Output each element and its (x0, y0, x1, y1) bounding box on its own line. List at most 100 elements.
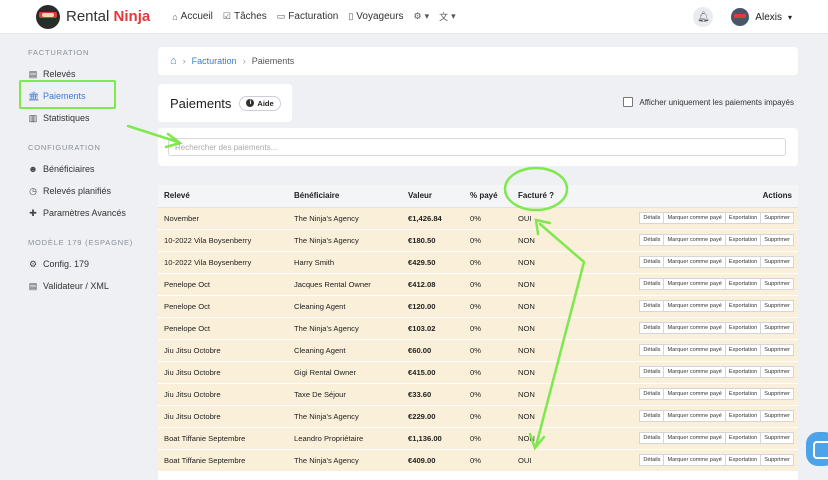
cell-valeur: €409.00 (402, 449, 464, 472)
cell-facture: NON (512, 383, 622, 406)
settings-dropdown[interactable]: ⚙ ▾ (414, 11, 430, 22)
delete-button[interactable]: Supprimer (760, 256, 794, 268)
details-button[interactable]: Détails (639, 344, 665, 356)
gear-icon: ⚙ (28, 258, 38, 269)
mark-paid-button[interactable]: Marquer comme payé (663, 322, 726, 334)
mark-paid-button[interactable]: Marquer comme payé (663, 410, 726, 422)
col-header-pct-paye[interactable]: % payé (464, 185, 512, 208)
search-input[interactable] (168, 138, 786, 156)
export-button[interactable]: Exportation (724, 432, 762, 444)
sidebar-item-statistiques[interactable]: ▥ Statistiques (28, 107, 148, 129)
nav-taches[interactable]: ☑ Tâches (223, 11, 267, 22)
mark-paid-button[interactable]: Marquer comme payé (663, 300, 726, 312)
delete-button[interactable]: Supprimer (760, 300, 794, 312)
export-button[interactable]: Exportation (724, 256, 762, 268)
unpaid-only-label: Afficher uniquement les paiements impayé… (639, 97, 794, 107)
unpaid-only-filter[interactable]: Afficher uniquement les paiements impayé… (623, 97, 794, 107)
col-header-beneficiaire[interactable]: Bénéficiaire (288, 185, 402, 208)
user-menu[interactable]: Alexis ▾ (731, 8, 792, 26)
details-button[interactable]: Détails (639, 212, 665, 224)
chat-widget-button[interactable] (806, 432, 828, 466)
cell-beneficiaire: The Ninja's Agency (288, 405, 402, 428)
details-button[interactable]: Détails (639, 388, 665, 400)
export-button[interactable]: Exportation (724, 278, 762, 290)
mark-paid-button[interactable]: Marquer comme payé (663, 454, 726, 466)
cell-valeur: €229.00 (402, 405, 464, 428)
delete-button[interactable]: Supprimer (760, 212, 794, 224)
sidebar-item-beneficiaires[interactable]: ☻ Bénéficiaires (28, 158, 148, 180)
delete-button[interactable]: Supprimer (760, 388, 794, 400)
export-button[interactable]: Exportation (724, 344, 762, 356)
ninja-logo-icon (36, 4, 60, 29)
delete-button[interactable]: Supprimer (760, 432, 794, 444)
mark-paid-button[interactable]: Marquer comme payé (663, 344, 726, 356)
mark-paid-button[interactable]: Marquer comme payé (663, 256, 726, 268)
translate-icon: 文 (439, 12, 449, 22)
cell-facture: NON (512, 405, 622, 428)
unpaid-only-checkbox[interactable] (623, 97, 634, 107)
delete-button[interactable]: Supprimer (760, 278, 794, 290)
delete-button[interactable]: Supprimer (760, 454, 794, 466)
sidebar-item-validateur-xml[interactable]: ▤ Validateur / XML (28, 275, 148, 297)
home-icon: ⌂ (172, 11, 178, 22)
mark-paid-button[interactable]: Marquer comme payé (663, 388, 726, 400)
details-button[interactable]: Détails (639, 410, 665, 422)
cell-pct-paye: 0% (464, 273, 512, 296)
mark-paid-button[interactable]: Marquer comme payé (663, 278, 726, 290)
home-icon[interactable]: ⌂ (170, 55, 177, 67)
caret-down-icon: ▾ (787, 12, 792, 22)
nav-facturation[interactable]: ▭ Facturation (277, 11, 339, 22)
details-button[interactable]: Détails (639, 366, 665, 378)
sidebar-item-parametres-avances[interactable]: ✚ Paramètres Avancés (28, 202, 148, 224)
sidebar-item-releves-planifies[interactable]: ◷ Relevés planifiés (28, 180, 148, 202)
cell-valeur: €120.00 (402, 295, 464, 318)
cell-actions: Détails Marquer comme payé Exportation Supp… (622, 405, 798, 428)
cell-facture: NON (512, 295, 622, 318)
col-header-releve[interactable]: Relevé (158, 185, 288, 208)
details-button[interactable]: Détails (639, 432, 665, 444)
mark-paid-button[interactable]: Marquer comme payé (663, 366, 726, 378)
mark-paid-button[interactable]: Marquer comme payé (663, 234, 726, 246)
delete-button[interactable]: Supprimer (760, 322, 794, 334)
export-button[interactable]: Exportation (724, 212, 762, 224)
mark-paid-button[interactable]: Marquer comme payé (663, 432, 726, 444)
export-button[interactable]: Exportation (724, 322, 762, 334)
smile-icon: ☻ (28, 164, 38, 174)
app-logo[interactable]: Rental Ninja (36, 4, 150, 29)
col-header-valeur[interactable]: Valeur (402, 185, 464, 208)
export-button[interactable]: Exportation (724, 454, 762, 466)
details-button[interactable]: Détails (639, 454, 665, 466)
details-button[interactable]: Détails (639, 300, 665, 312)
cell-facture: NON (512, 251, 622, 274)
cell-releve: Boat Tiffanie Septembre (158, 449, 288, 472)
cell-actions: Détails Marquer comme payé Exportation Supp… (622, 295, 798, 318)
nav-accueil[interactable]: ⌂ Accueil (172, 11, 213, 22)
delete-button[interactable]: Supprimer (760, 410, 794, 422)
table-row: Jiu Jitsu Octobre The Ninja's Agency €229.… (158, 405, 798, 428)
col-header-facture[interactable]: Facturé ? (512, 185, 622, 208)
cell-releve: Jiu Jitsu Octobre (158, 405, 288, 428)
mark-paid-button[interactable]: Marquer comme payé (663, 212, 726, 224)
export-button[interactable]: Exportation (724, 300, 762, 312)
details-button[interactable]: Détails (639, 278, 665, 290)
nav-voyageurs[interactable]: ▯ Voyageurs (348, 11, 403, 22)
delete-button[interactable]: Supprimer (760, 344, 794, 356)
delete-button[interactable]: Supprimer (760, 234, 794, 246)
table-row: Penelope Oct Cleaning Agent €120.00 0% NON Dé… (158, 295, 798, 318)
bell-icon[interactable]: 🔔︎ (693, 7, 714, 27)
cell-pct-paye: 0% (464, 449, 512, 472)
delete-button[interactable]: Supprimer (760, 366, 794, 378)
breadcrumb: ⌂ › Facturation › Paiements (158, 47, 798, 75)
export-button[interactable]: Exportation (724, 410, 762, 422)
help-button[interactable]: i Aide (239, 95, 281, 111)
details-button[interactable]: Détails (639, 256, 665, 268)
export-button[interactable]: Exportation (724, 234, 762, 246)
page-title-card: Paiements i Aide (158, 84, 292, 122)
export-button[interactable]: Exportation (724, 388, 762, 400)
details-button[interactable]: Détails (639, 322, 665, 334)
sidebar-item-config-179[interactable]: ⚙ Config. 179 (28, 253, 148, 275)
details-button[interactable]: Détails (639, 234, 665, 246)
breadcrumb-facturation[interactable]: Facturation (192, 56, 237, 66)
language-dropdown[interactable]: 文 ▾ (439, 10, 456, 23)
export-button[interactable]: Exportation (724, 366, 762, 378)
